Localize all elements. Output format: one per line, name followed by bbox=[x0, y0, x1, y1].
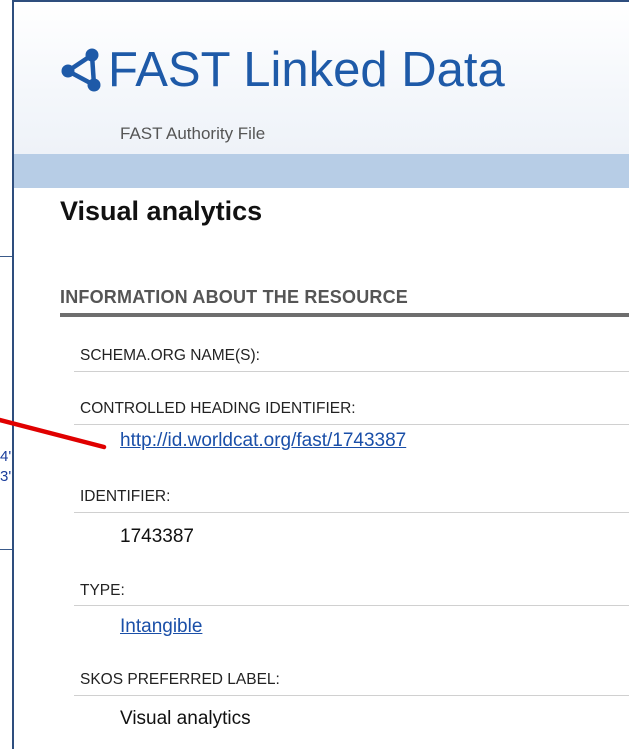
property-divider bbox=[74, 695, 629, 696]
site-title: FAST Linked Data bbox=[108, 43, 505, 97]
site-subtitle: FAST Authority File bbox=[120, 124, 266, 143]
background-text-fragment: 4' bbox=[0, 448, 12, 465]
property-divider bbox=[74, 424, 629, 425]
property-label-identifier: IDENTIFIER: bbox=[80, 488, 171, 505]
property-divider bbox=[74, 605, 629, 606]
background-window bbox=[0, 256, 12, 550]
property-label-controlled-heading-identifier: CONTROLLED HEADING IDENTIFIER: bbox=[80, 400, 356, 417]
property-label-skos-preferred-label: SKOS PREFERRED LABEL: bbox=[80, 671, 280, 688]
property-divider bbox=[74, 371, 629, 372]
navigation-bar bbox=[14, 154, 629, 188]
property-label-type: TYPE: bbox=[80, 582, 125, 599]
site-logo[interactable]: FAST Linked Data bbox=[60, 42, 505, 98]
identifier-value: 1743387 bbox=[120, 526, 194, 547]
page-title: Visual analytics bbox=[60, 196, 263, 226]
background-text-fragment: 3' bbox=[0, 468, 12, 485]
type-link[interactable]: Intangible bbox=[120, 616, 202, 638]
section-divider bbox=[60, 313, 629, 317]
site-header: FAST Linked Data FAST Authority File bbox=[14, 2, 629, 154]
screenshot-stage: 4' 3' FAST Linked Data FAST Authority Fi… bbox=[0, 0, 629, 749]
section-heading: INFORMATION ABOUT THE RESOURCE bbox=[60, 287, 408, 307]
property-label-schema-name: SCHEMA.ORG NAME(S): bbox=[80, 347, 260, 364]
skos-preferred-label-value: Visual analytics bbox=[120, 708, 251, 729]
property-divider bbox=[74, 512, 629, 513]
main-window: FAST Linked Data FAST Authority File Vis… bbox=[12, 0, 629, 749]
controlled-heading-identifier-link[interactable]: http://id.worldcat.org/fast/1743387 bbox=[120, 430, 406, 452]
share-icon bbox=[61, 48, 101, 92]
